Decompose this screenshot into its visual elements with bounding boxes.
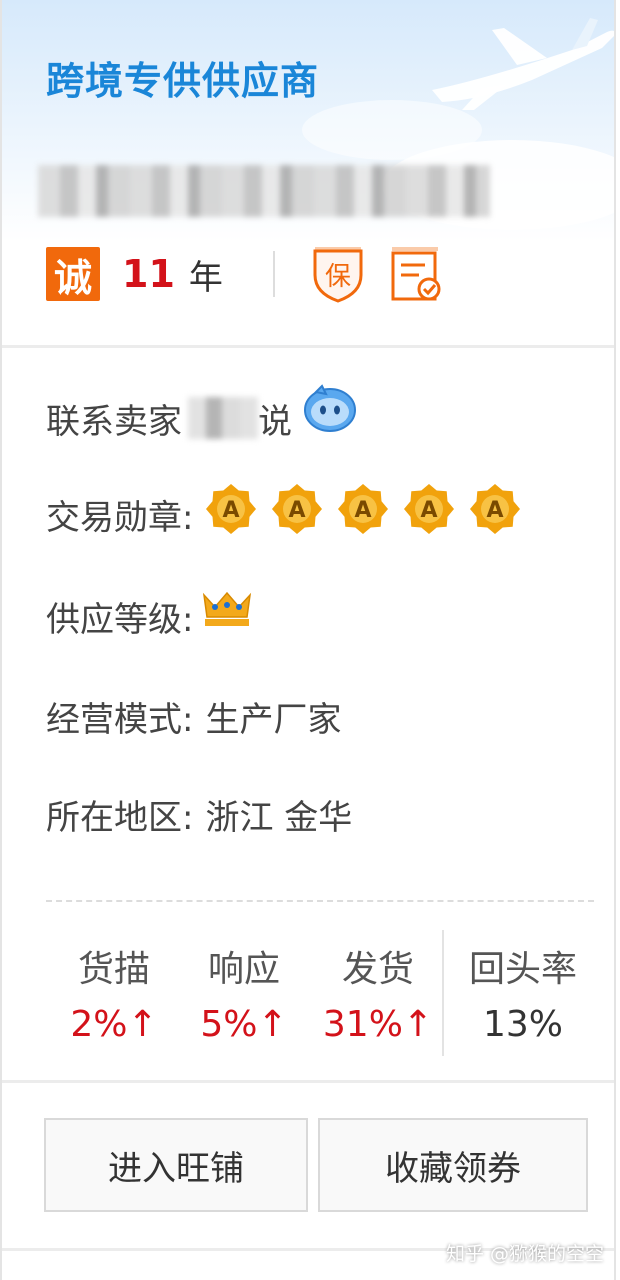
svg-text:保: 保 bbox=[325, 262, 351, 292]
trade-medal-icon: A bbox=[470, 484, 521, 534]
svg-text:A: A bbox=[487, 498, 504, 523]
stat-value: 2%↑ bbox=[70, 1004, 158, 1045]
stat-label: 响应 bbox=[207, 949, 280, 990]
region-value: 浙江 金华 bbox=[205, 797, 353, 838]
vertical-divider bbox=[272, 251, 275, 297]
trade-medal-label: 交易勋章: bbox=[46, 497, 194, 538]
contract-check-icon[interactable] bbox=[389, 245, 443, 303]
business-mode-value: 生产厂家 bbox=[205, 699, 342, 740]
dashed-divider bbox=[46, 900, 594, 902]
stat-label: 货描 bbox=[77, 949, 150, 990]
trade-medal-icon: A bbox=[404, 484, 455, 534]
supply-level-row: 供应等级: bbox=[46, 586, 253, 646]
seller-name-blurred bbox=[188, 397, 258, 439]
supply-level-label: 供应等级: bbox=[46, 599, 194, 640]
trade-medals: AAAAA bbox=[205, 483, 535, 535]
business-mode-row: 经营模式: 生产厂家 bbox=[46, 686, 341, 746]
bao-shield-icon[interactable]: 保 bbox=[311, 245, 365, 303]
seller-name-suffix: 说 bbox=[258, 401, 292, 442]
stat-description: 货描 2%↑ bbox=[66, 940, 162, 1045]
company-name-blurred bbox=[38, 165, 490, 217]
trade-medal-icon: A bbox=[206, 484, 257, 534]
stat-shipping: 发货 31%↑ bbox=[318, 940, 438, 1045]
service-stats: 货描 2%↑ 响应 5%↑ 发货 31%↑ 回头率 13% bbox=[46, 930, 606, 1058]
plane-icon bbox=[432, 18, 614, 110]
supplier-card: 跨境专供供应商 诚 11 年 保 联系卖家 说 交易勋章: A A A A A … bbox=[0, 0, 616, 1280]
trade-medal-icon: A bbox=[272, 484, 323, 534]
certification-row: 诚 11 年 保 bbox=[46, 245, 443, 303]
business-mode-label: 经营模式: bbox=[46, 699, 194, 740]
wangwang-chat-icon[interactable] bbox=[302, 382, 358, 434]
supplier-header: 跨境专供供应商 诚 11 年 保 bbox=[2, 0, 614, 345]
region-label: 所在地区: bbox=[46, 797, 194, 838]
contact-seller-label: 联系卖家 bbox=[46, 401, 182, 442]
region-row: 所在地区: 浙江 金华 bbox=[46, 784, 352, 844]
svg-text:A: A bbox=[421, 498, 438, 523]
section-divider bbox=[2, 1080, 614, 1083]
cheng-badge-icon[interactable]: 诚 bbox=[46, 247, 100, 301]
trade-medal-icon: A bbox=[338, 484, 389, 534]
stat-divider bbox=[442, 930, 444, 1056]
page-title: 跨境专供供应商 bbox=[46, 59, 320, 103]
crown-icon bbox=[203, 591, 252, 626]
svg-text:A: A bbox=[223, 498, 240, 523]
section-divider bbox=[2, 345, 614, 348]
collect-coupon-button[interactable]: 收藏领券 bbox=[318, 1118, 588, 1212]
stat-response: 响应 5%↑ bbox=[196, 940, 292, 1045]
stat-label: 发货 bbox=[341, 949, 414, 990]
trade-medal-row: 交易勋章: A A A A A bbox=[46, 484, 535, 544]
stat-value: 5%↑ bbox=[200, 1004, 288, 1045]
enter-shop-button[interactable]: 进入旺铺 bbox=[44, 1118, 308, 1212]
stat-repurchase: 回头率 13% bbox=[458, 940, 588, 1045]
svg-text:A: A bbox=[289, 498, 306, 523]
membership-years-unit: 年 bbox=[188, 257, 223, 298]
watermark: 知乎 @猕猴的空空 bbox=[445, 1243, 604, 1265]
svg-text:A: A bbox=[355, 498, 372, 523]
stat-value: 31%↑ bbox=[322, 1004, 434, 1045]
contact-seller-row: 联系卖家 说 bbox=[46, 384, 358, 448]
stat-value: 13% bbox=[482, 1004, 563, 1045]
membership-years: 11 bbox=[122, 252, 175, 296]
stat-label: 回头率 bbox=[468, 949, 577, 990]
